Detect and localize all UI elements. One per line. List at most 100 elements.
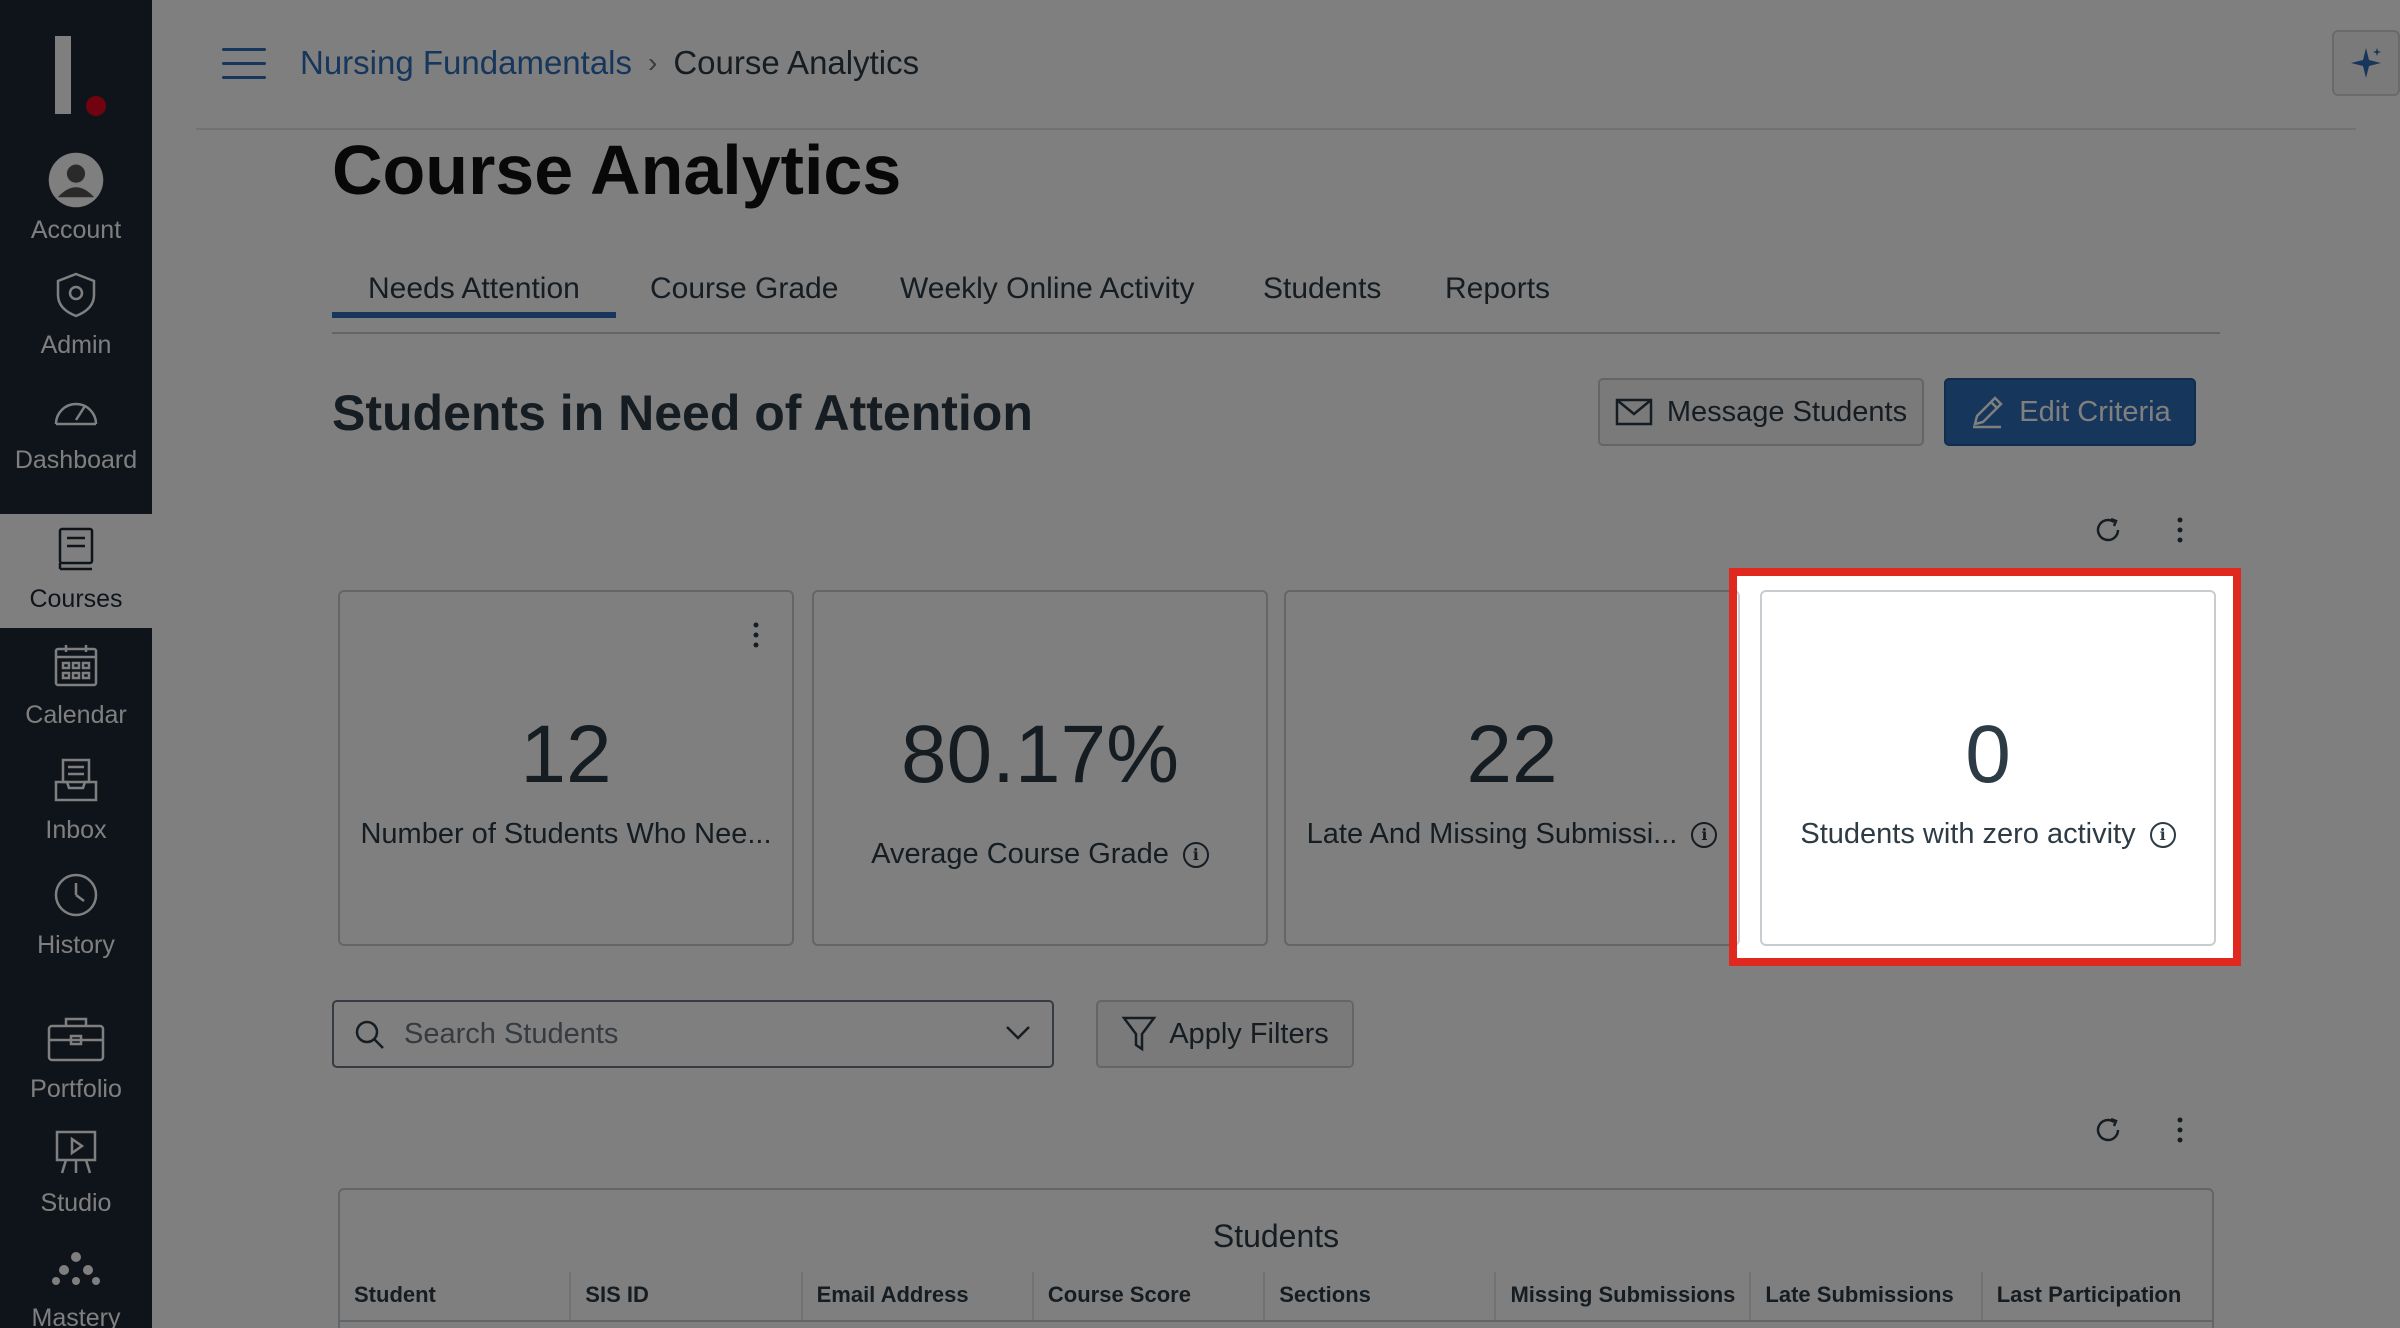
message-students-button[interactable]: Message Students (1598, 378, 1924, 446)
nav-label: Inbox (45, 816, 107, 844)
logo-bar (55, 36, 71, 114)
nav-label: Admin (40, 331, 112, 359)
button-label: Message Students (1666, 395, 1908, 428)
nav-item-calendar[interactable]: Calendar (0, 630, 152, 744)
page-title: Course Analytics (332, 131, 902, 209)
nav-item-history[interactable]: History (0, 860, 152, 974)
column-header-sis-id[interactable]: SIS ID (571, 1272, 803, 1320)
table-more-options-button[interactable] (2160, 1110, 2200, 1150)
nav-label: Calendar (25, 701, 127, 729)
students-table: Students Student SIS ID Email Address Co… (338, 1188, 2214, 1328)
tab-label: Course Grade (650, 272, 839, 305)
table-caption: Students (1212, 1218, 1340, 1254)
metric-card-average-course-grade[interactable]: 80.17% Average Course Grade i (812, 590, 1268, 946)
metric-value: 22 (1466, 709, 1558, 800)
search-icon (355, 1020, 384, 1049)
refresh-table-button[interactable] (2088, 1110, 2128, 1150)
search-students-combobox[interactable] (332, 1000, 1054, 1068)
section-title: Students in Need of Attention (332, 385, 1033, 441)
column-header-sections[interactable]: Sections (1265, 1272, 1497, 1320)
metric-label: Late And Missing Submissi... i (1286, 818, 1738, 851)
metric-label-text: Number of Students Who Nee... (360, 818, 772, 850)
column-header-student[interactable]: Student (340, 1272, 572, 1320)
column-header-email-address[interactable]: Email Address (803, 1272, 1034, 1320)
nav-label: History (37, 931, 115, 959)
nav-item-inbox[interactable]: Inbox (0, 745, 152, 859)
breadcrumb: Nursing Fundamentals › Course Analytics (300, 44, 919, 82)
calendar-icon (46, 635, 106, 695)
tab-reports[interactable]: Reports (1445, 272, 1550, 332)
column-header-late-submissions[interactable]: Late Submissions (1751, 1272, 1983, 1320)
column-header-course-score[interactable]: Course Score (1034, 1272, 1266, 1320)
sparkle-icon (2351, 48, 2381, 78)
apply-filters-button[interactable]: Apply Filters (1096, 1000, 1354, 1068)
metric-card-students-need-attention[interactable]: 12 Number of Students Who Nee... (338, 590, 794, 946)
analytics-tabs: Needs Attention Course Grade Weekly Onli… (332, 262, 2220, 334)
tab-label: Students (1263, 272, 1382, 305)
metric-label: Number of Students Who Nee... (340, 818, 792, 851)
highlight-box (1729, 568, 2241, 966)
info-icon[interactable]: i (1182, 841, 1209, 868)
chevron-down-icon[interactable] (1004, 1022, 1032, 1042)
filter-icon (1121, 1016, 1157, 1052)
nav-label: Studio (40, 1189, 112, 1217)
cards-more-options-button[interactable] (2160, 510, 2200, 550)
button-label: Apply Filters (1169, 1017, 1329, 1050)
nav-item-portfolio[interactable]: Portfolio (0, 1004, 152, 1118)
portfolio-icon (46, 1009, 106, 1069)
top-bar: Nursing Fundamentals › Course Analytics (196, 0, 2400, 130)
column-header-missing-submissions[interactable]: Missing Submissions (1496, 1272, 1752, 1320)
inbox-icon (46, 750, 106, 810)
tab-label: Needs Attention (368, 272, 580, 305)
nav-label: Mastery (31, 1304, 121, 1328)
nav-item-mastery[interactable]: Mastery (0, 1233, 152, 1328)
nav-item-account[interactable]: Account (0, 145, 152, 259)
nav-label: Account (30, 216, 122, 244)
dashboard-icon (46, 380, 106, 440)
metric-value: 12 (520, 709, 612, 800)
more-vertical-icon (2177, 1117, 2183, 1143)
tab-students[interactable]: Students (1263, 272, 1381, 332)
refresh-cards-button[interactable] (2088, 510, 2128, 550)
global-nav-sidebar: Account Admin Dashboard Courses Calendar… (0, 0, 152, 1328)
courses-icon (46, 519, 106, 579)
button-label: Edit Criteria (2019, 395, 2171, 428)
metric-label: Average Course Grade i (814, 838, 1266, 871)
nav-item-admin[interactable]: Admin (0, 260, 152, 374)
metric-value: 80.17% (900, 709, 1180, 800)
info-icon[interactable]: i (1691, 821, 1718, 848)
logo-dot (86, 96, 106, 116)
card-more-options-icon[interactable] (752, 622, 760, 653)
search-students-input[interactable] (404, 1010, 964, 1058)
breadcrumb-separator: › (648, 47, 658, 78)
history-icon (46, 865, 106, 925)
nav-label: Dashboard (14, 446, 138, 474)
nav-item-courses[interactable]: Courses (0, 514, 152, 628)
breadcrumb-course-link[interactable]: Nursing Fundamentals (300, 44, 632, 82)
pencil-icon (1973, 396, 2004, 429)
mastery-icon (46, 1238, 106, 1298)
column-header-last-participation[interactable]: Last Participation (1983, 1272, 2212, 1320)
hamburger-menu-icon[interactable] (222, 48, 266, 82)
tab-weekly-online-activity[interactable]: Weekly Online Activity (900, 272, 1195, 332)
studio-icon (46, 1123, 106, 1183)
nav-item-studio[interactable]: Studio (0, 1118, 152, 1232)
admin-icon (46, 265, 106, 325)
metric-card-late-missing-submissions[interactable]: 22 Late And Missing Submissi... i (1284, 590, 1740, 946)
edit-criteria-button[interactable]: Edit Criteria (1944, 378, 2196, 446)
breadcrumb-current: Course Analytics (673, 44, 920, 81)
tab-course-grade[interactable]: Course Grade (650, 272, 838, 332)
account-icon (46, 150, 106, 210)
more-vertical-icon (2177, 517, 2183, 543)
tab-needs-attention[interactable]: Needs Attention (332, 258, 616, 318)
refresh-icon (2096, 1117, 2120, 1142)
institution-logo[interactable] (0, 0, 152, 145)
nav-label: Courses (29, 585, 123, 613)
ai-assistant-button[interactable] (2332, 30, 2400, 96)
metric-label-text: Late And Missing Submissi... (1306, 818, 1678, 850)
refresh-icon (2096, 517, 2120, 542)
table-header-row: Student SIS ID Email Address Course Scor… (340, 1272, 2212, 1322)
tab-label: Weekly Online Activity (900, 272, 1195, 305)
nav-item-dashboard[interactable]: Dashboard (0, 375, 152, 489)
metric-label-text: Average Course Grade (871, 838, 1169, 870)
